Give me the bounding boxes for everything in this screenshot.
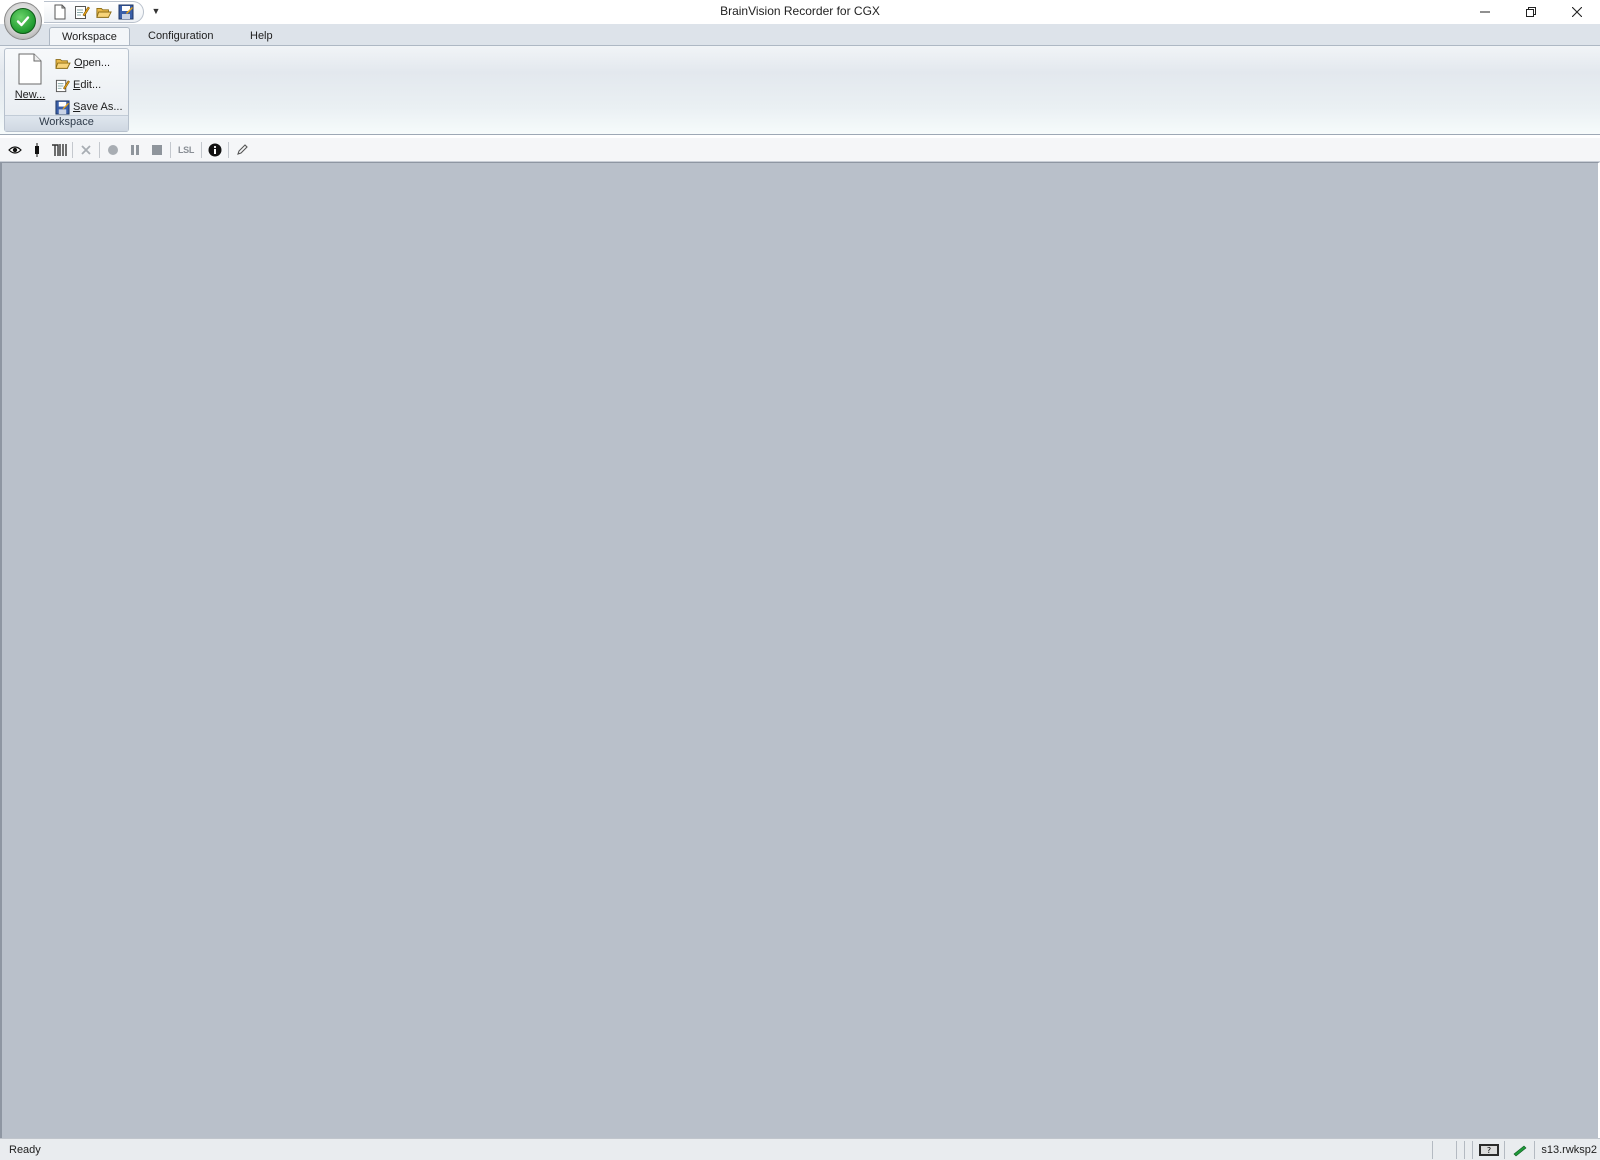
toolbar-separator — [170, 141, 171, 158]
record-icon — [108, 144, 118, 155]
toolbar-separator — [228, 141, 229, 158]
test-signal-button[interactable] — [48, 139, 70, 161]
status-pane-empty — [1456, 1141, 1464, 1159]
pause-button[interactable] — [124, 139, 146, 161]
stop-monitoring-button[interactable] — [75, 139, 97, 161]
toolbar-separator — [72, 141, 73, 158]
electrode-icon — [35, 142, 39, 157]
restore-button[interactable] — [1508, 0, 1554, 24]
status-panes: ? s13.rwksp2 — [1432, 1141, 1600, 1159]
new-button-label: New... — [14, 89, 46, 101]
new-document-icon — [18, 53, 42, 85]
help-monitor-icon: ? — [1478, 1144, 1499, 1156]
workspace-group-label: Workspace — [5, 115, 128, 131]
lsl-label: LSL — [177, 144, 195, 155]
workspace-area[interactable] — [0, 162, 1600, 1138]
restore-icon — [1526, 7, 1536, 17]
application-menu-button[interactable] — [4, 2, 42, 40]
info-icon — [208, 143, 222, 156]
toolbar-separator — [201, 141, 202, 158]
stop-button[interactable] — [146, 139, 168, 161]
acquisition-toolbar: LSL — [0, 138, 1600, 162]
svg-text:?: ? — [1486, 1146, 1490, 1155]
status-pane-battery — [1504, 1141, 1534, 1159]
minimize-button[interactable] — [1462, 0, 1508, 24]
ribbon-tab-bar: Workspace Configuration Help — [0, 24, 1600, 47]
minimize-icon — [1480, 11, 1490, 13]
window-title: BrainVision Recorder for CGX — [720, 4, 880, 18]
save-as-icon[interactable] — [118, 4, 134, 20]
save-as-workspace-button[interactable]: Save As... — [55, 98, 123, 116]
battery-icon — [1513, 1145, 1526, 1157]
workspace-file-label: s13.rwksp2 — [1534, 1141, 1600, 1159]
status-pane-empty — [1432, 1141, 1456, 1159]
stop-icon — [152, 144, 162, 155]
test-signal-icon — [52, 143, 67, 156]
toolbar-separator — [99, 141, 100, 158]
edit-button-label: Edit... — [73, 79, 102, 91]
customize-quick-access-icon[interactable]: ▼ — [150, 4, 162, 18]
status-text: Ready — [9, 1144, 41, 1156]
record-button[interactable] — [102, 139, 124, 161]
save-as-button-label: Save As... — [73, 101, 123, 113]
lsl-button[interactable]: LSL — [173, 139, 199, 161]
new-icon[interactable] — [52, 4, 68, 20]
monitor-button[interactable] — [4, 139, 26, 161]
save-as-icon — [55, 99, 70, 115]
edit-document-icon — [55, 79, 70, 92]
pencil-icon — [237, 143, 248, 155]
title-bar: ▼ BrainVision Recorder for CGX — [0, 0, 1600, 40]
cancel-icon — [81, 144, 91, 155]
tab-workspace[interactable]: Workspace — [49, 27, 130, 47]
new-workspace-button[interactable]: New... — [11, 53, 49, 109]
open-icon[interactable] — [96, 4, 112, 20]
open-button-label: Open... — [74, 57, 111, 69]
edit-workspace-button[interactable]: Edit... — [55, 76, 101, 94]
window-controls — [1462, 0, 1600, 24]
info-button[interactable] — [204, 139, 226, 161]
tab-configuration[interactable]: Configuration — [136, 27, 225, 46]
impedance-button[interactable] — [26, 139, 48, 161]
open-folder-icon — [55, 59, 71, 69]
pause-icon — [131, 144, 139, 155]
open-workspace-button[interactable]: Open... — [55, 54, 110, 72]
status-pane-help: ? — [1472, 1141, 1504, 1159]
eye-icon — [8, 145, 22, 154]
status-bar: Ready ? s13.rwksp2 — [0, 1138, 1600, 1160]
close-icon — [1572, 7, 1582, 17]
ribbon-panel: New... Open... Edit... Save As... Worksp… — [0, 45, 1600, 135]
quick-access-toolbar — [44, 1, 144, 23]
status-pane-empty — [1464, 1141, 1472, 1159]
tab-help[interactable]: Help — [238, 27, 285, 46]
annotation-button[interactable] — [231, 139, 253, 161]
close-button[interactable] — [1554, 0, 1600, 24]
app-logo-icon — [10, 8, 36, 34]
workspace-group: New... Open... Edit... Save As... Worksp… — [4, 48, 129, 132]
edit-icon[interactable] — [74, 4, 90, 20]
